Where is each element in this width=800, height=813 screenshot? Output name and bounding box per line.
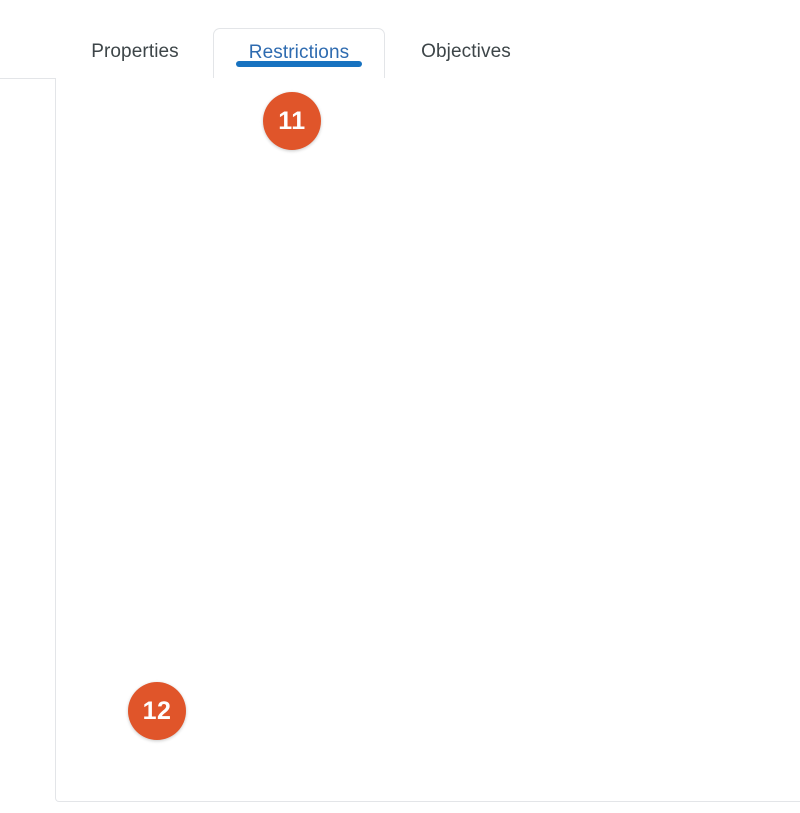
- tab-properties-label: Properties: [91, 41, 179, 62]
- tab-strip: Properties Restrictions Objectives: [0, 18, 800, 79]
- callout-badge-12: 12: [128, 682, 186, 740]
- tab-objectives[interactable]: Objectives: [397, 28, 535, 78]
- tab-restrictions[interactable]: Restrictions: [213, 28, 385, 78]
- tab-properties[interactable]: Properties: [66, 28, 204, 78]
- callout-badge-11: 11: [263, 92, 321, 150]
- tab-active-underline: [236, 61, 362, 67]
- tab-objectives-label: Objectives: [421, 41, 511, 62]
